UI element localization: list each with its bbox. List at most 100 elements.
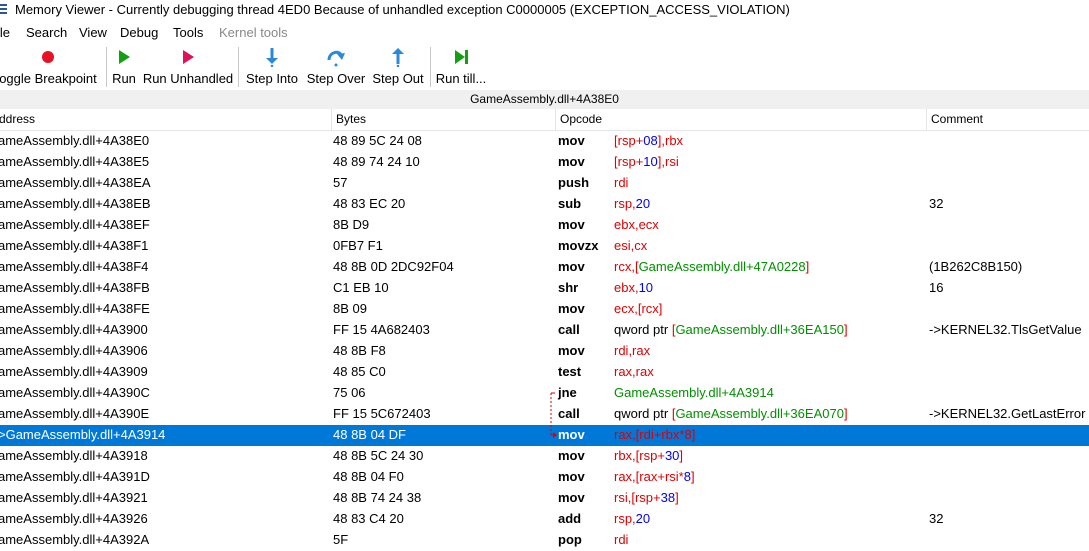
column-divider[interactable] xyxy=(331,109,332,130)
table-row[interactable]: ameAssembly.dll+4A38EF 8B D9 mov ebx,ecx xyxy=(0,215,1089,236)
menu-view[interactable]: View xyxy=(79,25,107,40)
arrow-down-icon xyxy=(266,48,278,67)
table-row[interactable]: ameAssembly.dll+4A3918 48 8B 5C 24 30 mov r… xyxy=(0,446,1089,467)
operand-token: + xyxy=(657,469,665,484)
run-till-icon xyxy=(455,50,468,64)
disassembly-header: ddress Bytes Opcode Comment xyxy=(0,109,1089,131)
table-row[interactable]: ameAssembly.dll+4A38F1 0FB7 F1 movzx esi,cx xyxy=(0,236,1089,257)
operand-token: ] xyxy=(805,259,810,274)
run-unhandled-button[interactable]: Run Unhandled xyxy=(141,44,235,88)
operand-token: 10 xyxy=(643,154,658,169)
table-row[interactable]: ameAssembly.dll+4A38E5 48 89 74 24 10 mov [… xyxy=(0,152,1089,173)
table-row[interactable]: ameAssembly.dll+4A38FE 8B 09 mov ecx,[rcx] xyxy=(0,299,1089,320)
operand-token: ecx,[rcx] xyxy=(614,301,663,316)
row-operands: ecx,[rcx] xyxy=(614,301,662,316)
step-out-button[interactable]: Step Out xyxy=(370,44,426,88)
step-over-button[interactable]: Step Over xyxy=(304,44,368,88)
row-address: ameAssembly.dll+4A392A xyxy=(0,532,150,547)
row-operands: qword ptr [GameAssembly.dll+36EA070] xyxy=(614,406,848,421)
column-divider[interactable] xyxy=(555,109,556,130)
operand-token: rsp, xyxy=(614,511,636,526)
row-address: ameAssembly.dll+4A38EA xyxy=(0,175,151,190)
operand-token: ] xyxy=(679,448,684,463)
row-bytes: FF 15 5C672403 xyxy=(333,406,431,421)
column-divider[interactable] xyxy=(926,109,927,130)
row-address: ameAssembly.dll+4A390E xyxy=(0,406,150,421)
operand-token: ebx, xyxy=(614,280,639,295)
row-comment: ->KERNEL32.TlsGetValue xyxy=(929,322,1082,337)
row-opcode: mov xyxy=(558,427,585,442)
operand-token: rdi xyxy=(614,532,629,547)
row-opcode: jne xyxy=(558,385,577,400)
table-row[interactable]: ameAssembly.dll+4A38FB C1 EB 10 shr ebx,10 1… xyxy=(0,278,1089,299)
row-bytes: 8B D9 xyxy=(333,217,370,232)
run-button[interactable]: Run xyxy=(109,44,139,88)
operand-token: rbx,[ xyxy=(614,448,640,463)
disassembly-list[interactable]: ameAssembly.dll+4A38E0 48 89 5C 24 08 mov [… xyxy=(0,131,1089,551)
menu-file[interactable]: ile xyxy=(0,25,10,40)
table-row[interactable]: ameAssembly.dll+4A38EA 57 push rdi xyxy=(0,173,1089,194)
menu-debug[interactable]: Debug xyxy=(120,25,158,40)
run-till-button[interactable]: Run till... xyxy=(434,44,488,88)
menu-tools[interactable]: Tools xyxy=(173,25,203,40)
operand-token: GameAssembly.dll+47A0228 xyxy=(638,259,806,274)
row-opcode: test xyxy=(558,364,582,379)
row-opcode: call xyxy=(558,322,580,337)
menu-kernel-tools[interactable]: Kernel tools xyxy=(219,25,288,40)
table-row[interactable]: ameAssembly.dll+4A3926 48 83 C4 20 add rsp,… xyxy=(0,509,1089,530)
table-row[interactable]: ameAssembly.dll+4A3900 FF 15 4A682403 call… xyxy=(0,320,1089,341)
row-operands: rax,rax xyxy=(614,364,654,379)
row-address: ameAssembly.dll+4A38E0 xyxy=(0,133,150,148)
menu-search[interactable]: Search xyxy=(26,25,67,40)
row-operands: [rsp+10],rsi xyxy=(614,154,679,169)
row-comment: 32 xyxy=(929,511,944,526)
row-opcode: mov xyxy=(558,448,585,463)
table-row[interactable]: ameAssembly.dll+4A391D 48 8B 04 F0 mov rax,… xyxy=(0,467,1089,488)
row-opcode: mov xyxy=(558,490,585,505)
row-opcode: mov xyxy=(558,154,585,169)
operand-token: rsp xyxy=(617,154,636,169)
window-app-icon[interactable] xyxy=(0,3,8,16)
row-operands: rdi xyxy=(614,532,628,547)
row-address: ameAssembly.dll+4A3926 xyxy=(0,511,148,526)
column-header-bytes[interactable]: Bytes xyxy=(336,112,366,126)
row-address: ameAssembly.dll+4A390C xyxy=(0,385,150,400)
row-comment: 32 xyxy=(929,196,944,211)
table-row[interactable]: ameAssembly.dll+4A38F4 48 8B 0D 2DC92F04 m… xyxy=(0,257,1089,278)
row-opcode: mov xyxy=(558,343,585,358)
column-header-opcode[interactable]: Opcode xyxy=(560,112,602,126)
row-bytes: 48 89 5C 24 08 xyxy=(333,133,422,148)
row-operands: rsi,[rsp+38] xyxy=(614,490,679,505)
row-operands: rdi xyxy=(614,175,628,190)
table-row[interactable]: ameAssembly.dll+4A3921 48 8B 74 24 38 mov r… xyxy=(0,488,1089,509)
row-opcode: pop xyxy=(558,532,582,547)
row-operands: esi,cx xyxy=(614,238,647,253)
table-row[interactable]: ameAssembly.dll+4A38EB 48 83 EC 20 sub rsp,… xyxy=(0,194,1089,215)
step-into-button[interactable]: Step Into xyxy=(242,44,302,88)
row-bytes: 48 83 C4 20 xyxy=(333,511,404,526)
toggle-breakpoint-button[interactable]: oggle Breakpoint xyxy=(0,44,104,88)
table-row[interactable]: >GameAssembly.dll+4A3914 48 8B 04 DF mov ra… xyxy=(0,425,1089,446)
row-address: >GameAssembly.dll+4A3914 xyxy=(0,427,166,442)
jump-arrow-icon xyxy=(550,392,557,438)
operand-token: 10 xyxy=(638,280,654,295)
row-bytes: 75 06 xyxy=(333,385,366,400)
title-bar: Memory Viewer - Currently debugging thre… xyxy=(0,0,1089,20)
operand-token: rdi xyxy=(614,175,629,190)
row-address: ameAssembly.dll+4A3906 xyxy=(0,343,148,358)
table-row[interactable]: ameAssembly.dll+4A3909 48 85 C0 test rax,ra… xyxy=(0,362,1089,383)
table-row[interactable]: ameAssembly.dll+4A390E FF 15 5C672403 call… xyxy=(0,404,1089,425)
row-comment: ->KERNEL32.GetLastError xyxy=(929,406,1086,421)
table-row[interactable]: ameAssembly.dll+4A3906 48 8B F8 mov rdi,rax xyxy=(0,341,1089,362)
operand-token: ], xyxy=(657,154,665,169)
row-operands: ebx,10 xyxy=(614,280,653,295)
table-row[interactable]: ameAssembly.dll+4A38E0 48 89 5C 24 08 mov [… xyxy=(0,131,1089,152)
operand-token: qword ptr xyxy=(614,406,672,421)
row-opcode: push xyxy=(558,175,590,190)
column-header-comment[interactable]: Comment xyxy=(931,112,983,126)
table-row[interactable]: ameAssembly.dll+4A390C 75 06 jne GameAssemb… xyxy=(0,383,1089,404)
table-row[interactable]: ameAssembly.dll+4A392A 5F pop rdi xyxy=(0,530,1089,551)
operand-token: 20 xyxy=(635,511,651,526)
toolbar-separator xyxy=(238,47,239,87)
column-header-address[interactable]: ddress xyxy=(0,112,35,126)
